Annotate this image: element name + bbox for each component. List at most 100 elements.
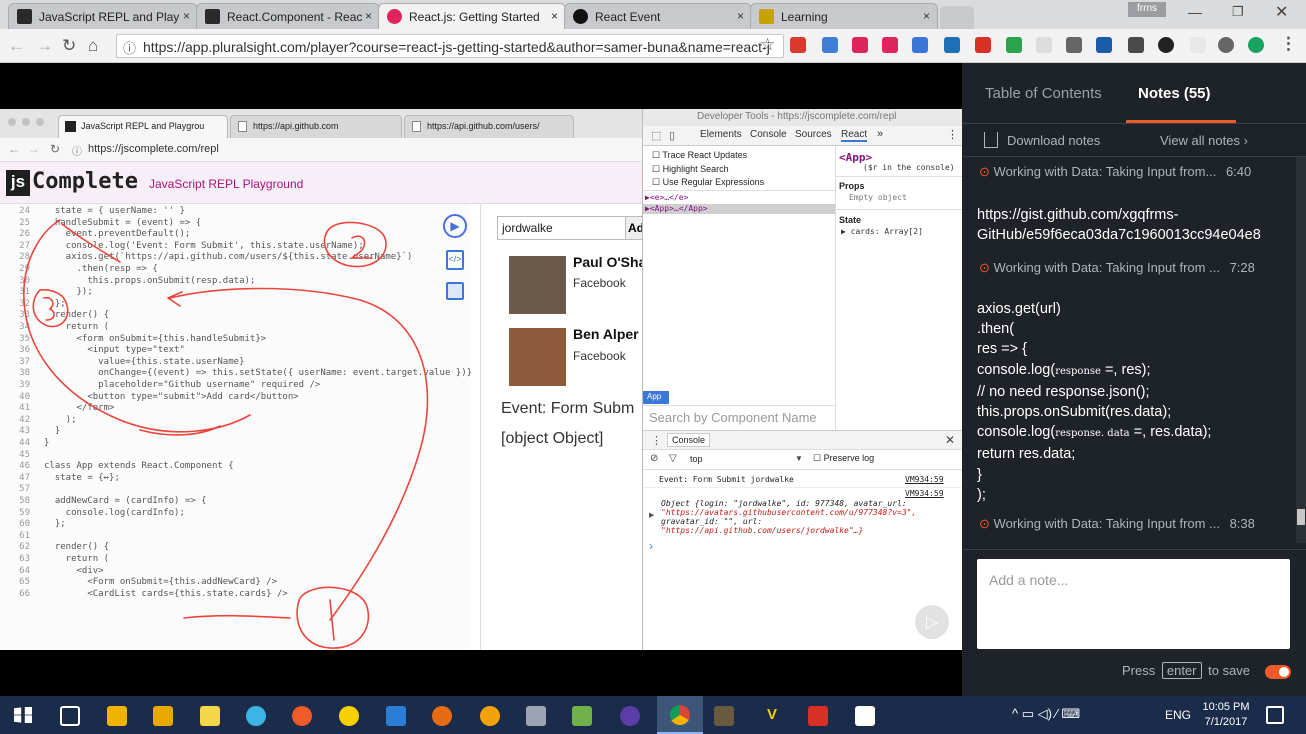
system-tray[interactable]: ^ ▭ ◁) ⁄ ⌨ [1012,706,1080,722]
app-icon[interactable] [153,706,173,726]
restore-icon[interactable]: ❐ [1232,4,1244,20]
sticky-notes-icon[interactable] [200,706,220,726]
user-badge[interactable]: frrns [1128,2,1166,17]
app-icon[interactable] [246,706,266,726]
devtools-menu-icon[interactable]: ⋮ [947,128,958,141]
close-drawer-icon[interactable]: ✕ [945,433,955,447]
firefox-icon[interactable] [432,706,452,726]
app-icon[interactable] [292,706,312,726]
back-icon[interactable]: ← [8,142,20,156]
tree-node[interactable]: ▶<e>…</e> [645,193,688,202]
chrome-taskbar-active[interactable] [657,696,703,734]
tab-console[interactable]: Console [750,129,787,140]
tab-jscomplete[interactable]: JavaScript REPL and Play × [8,3,198,29]
image-file-icon[interactable] [446,282,464,300]
code-line[interactable]: value={this.state.userName} [44,357,244,367]
console-log-source[interactable]: VM934:59 [905,475,944,484]
tab-table-of-contents[interactable]: Table of Contents [985,85,1102,102]
extension-icon[interactable] [822,37,838,53]
code-line[interactable]: <button type="submit">Add card</button> [44,392,298,402]
code-file-icon[interactable]: </> [446,250,464,270]
code-line[interactable]: console.log(cardInfo); [44,508,185,518]
option-highlight[interactable]: ☐ Highlight Search [652,163,764,177]
app-icon[interactable]: V [762,706,782,726]
extension-icon[interactable] [1096,37,1112,53]
option-regex[interactable]: ☐ Use Regular Expressions [652,176,764,190]
filter-icon[interactable]: ▽ [669,453,677,464]
extension-icon[interactable] [1036,37,1052,53]
close-icon[interactable]: × [183,9,190,23]
component-search-input[interactable]: Search by Component Name [643,405,835,430]
github-extension-icon[interactable] [1158,37,1174,53]
extension-icon[interactable] [1190,37,1206,53]
code-line[interactable]: render() { [44,310,109,320]
tab-react-component[interactable]: React.Component - Reac × [196,3,380,29]
tab-sources[interactable]: Sources [795,129,832,140]
extension-icon[interactable] [1128,37,1144,53]
note-entry-link[interactable]: ⊙ Working with Data: Taking Input from .… [979,260,1255,276]
extension-icon[interactable] [790,37,806,53]
inner-tab-jscomplete[interactable]: JavaScript REPL and Playgrou [58,115,228,138]
code-line[interactable]: placeholder="Github username" required /… [44,380,320,390]
code-line[interactable]: state = { userName: '' } [44,206,185,216]
download-icon[interactable] [984,132,998,148]
option-trace[interactable]: ☐ Trace React Updates [652,149,764,163]
bug-icon[interactable] [1218,37,1234,53]
scrollbar-thumb[interactable] [1297,509,1305,525]
code-editor[interactable]: 24 state = { userName: '' } 25 handleSubm… [0,204,472,650]
vscode-icon[interactable] [386,706,406,726]
console-prompt[interactable]: › [649,539,653,553]
clear-console-icon[interactable]: ⊘ [650,453,658,464]
language-indicator[interactable]: ENG [1165,708,1191,722]
add-note-textarea[interactable]: Add a note... [977,559,1290,649]
extension-icon[interactable] [944,37,960,53]
tab-react[interactable]: React [841,129,868,142]
code-line[interactable]: render() { [44,542,109,552]
code-line[interactable]: ); [44,415,77,425]
code-line[interactable]: }; [44,519,66,529]
code-line[interactable]: handleSubmit = (event) => { [44,218,201,228]
gmail-icon[interactable] [975,37,991,53]
minimize-icon[interactable]: — [1188,4,1202,20]
code-line[interactable]: event.preventDefault(); [44,229,191,239]
drawer-menu-icon[interactable]: ⋮ [651,434,662,447]
code-line[interactable]: <div> [44,566,104,576]
window-close-icon[interactable]: ✕ [1275,2,1288,22]
reload-icon[interactable]: ↻ [50,142,60,156]
code-line[interactable]: return ( [44,322,109,332]
code-line[interactable]: <Form onSubmit={this.addNewCard} /> [44,577,277,587]
drawer-tab-console[interactable]: Console [667,433,711,447]
file-explorer-icon[interactable] [107,706,127,726]
app-icon[interactable] [620,706,640,726]
app-icon[interactable] [480,706,500,726]
new-tab-button[interactable] [940,6,974,29]
tree-node-selected[interactable]: ▶<App>…</App> [643,204,835,214]
code-line[interactable]: .then(resp => { [44,264,158,274]
tab-pluralsight[interactable]: React.js: Getting Started × [378,3,566,29]
device-icon[interactable]: ▯ [669,129,675,142]
code-line[interactable]: this.props.onSubmit(resp.data); [44,276,255,286]
code-line[interactable]: axios.get(`https://api.github.com/users/… [44,252,413,262]
code-line[interactable]: <input type="text" [44,345,185,355]
download-notes-link[interactable]: Download notes [1007,133,1100,148]
expand-icon[interactable]: ▶ [649,511,654,519]
code-line[interactable]: }); [44,287,93,297]
code-line[interactable]: <form onSubmit={this.handleSubmit}> [44,334,267,344]
app-icon[interactable] [526,706,546,726]
app-icon[interactable] [339,706,359,726]
context-select[interactable]: top [690,454,703,464]
view-all-notes-link[interactable]: View all notes › [1160,133,1248,148]
code-line[interactable]: addNewCard = (cardInfo) => { [44,496,207,506]
close-icon[interactable]: × [923,9,930,23]
code-line[interactable]: onChange={(event) => this.setState({ use… [44,368,472,378]
app-icon[interactable] [855,706,875,726]
url-input[interactable]: ⓘ https://app.pluralsight.com/player?cou… [116,34,784,58]
state-value[interactable]: ▶ cards: Array[2] [841,227,923,236]
tab-notes[interactable]: Notes (55) [1138,85,1211,102]
inspect-icon[interactable]: ⬚ [651,129,661,142]
close-icon[interactable]: × [737,9,744,23]
extension-icon[interactable] [882,37,898,53]
extension-icon[interactable] [1006,37,1022,53]
code-line[interactable]: return ( [44,554,109,564]
app-icon[interactable] [808,706,828,726]
